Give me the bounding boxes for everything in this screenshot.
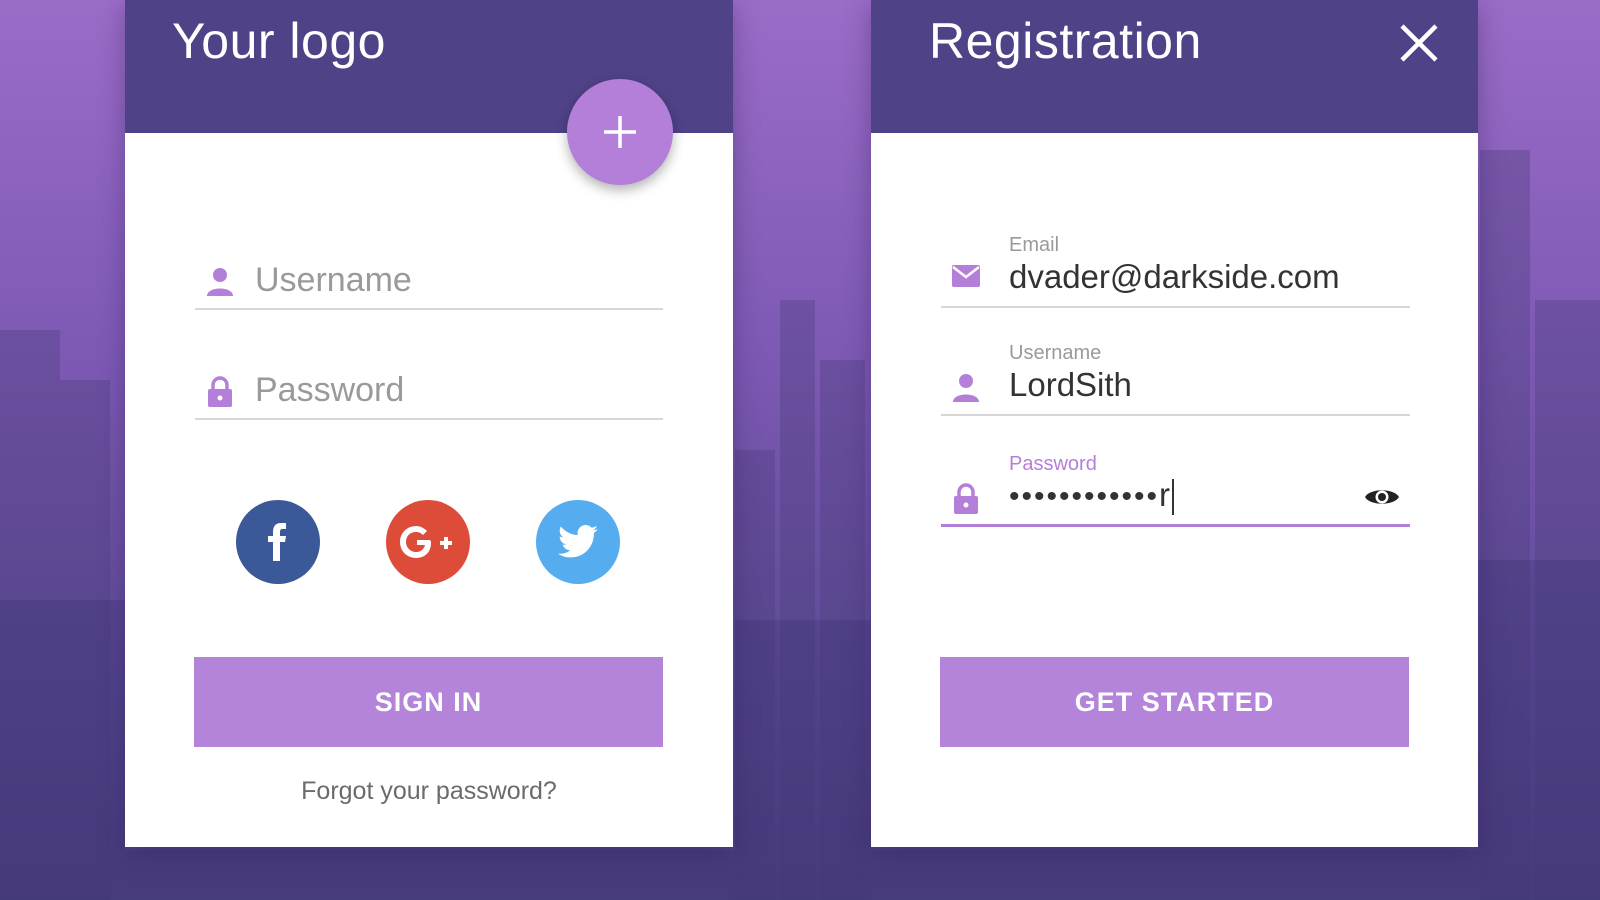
lock-icon [954, 483, 978, 514]
google-plus-icon [400, 526, 452, 558]
facebook-button[interactable] [236, 500, 320, 584]
password-placeholder: Password [255, 371, 405, 409]
close-icon[interactable] [1396, 20, 1442, 66]
add-button[interactable] [567, 79, 673, 185]
google-plus-button[interactable] [386, 500, 470, 584]
sign-in-button[interactable]: SIGN IN [194, 657, 663, 747]
plus-icon [604, 116, 636, 148]
facebook-icon [268, 523, 286, 561]
twitter-button[interactable] [536, 500, 620, 584]
username-label: Username [1009, 342, 1102, 364]
mail-icon [952, 265, 980, 287]
password-value: ••••••••••••r [1009, 475, 1175, 515]
username-input[interactable]: Username [195, 240, 663, 310]
email-field[interactable]: Email dvader@darkside.com [941, 234, 1410, 308]
password-underline [941, 524, 1410, 527]
email-value: dvader@darkside.com [1009, 258, 1340, 295]
get-started-button[interactable]: GET STARTED [940, 657, 1409, 747]
twitter-icon [558, 525, 598, 558]
username-placeholder: Username [255, 261, 412, 299]
login-card: Your logo Username Password SIGN IN Forg… [125, 0, 733, 847]
registration-card: Registration Email dvader@darkside.com U… [871, 0, 1478, 847]
eye-icon[interactable] [1364, 485, 1400, 509]
password-input[interactable]: Password [195, 350, 663, 420]
username-field[interactable]: Username LordSith [941, 342, 1410, 416]
email-underline [941, 306, 1410, 308]
password-field[interactable]: Password ••••••••••••r [941, 453, 1410, 527]
password-underline [195, 418, 663, 420]
password-last-char: r [1159, 475, 1171, 513]
registration-card-header: Registration [871, 0, 1478, 133]
username-value: LordSith [1009, 366, 1132, 403]
username-underline [195, 308, 663, 310]
username-underline [941, 414, 1410, 416]
logo-title: Your logo [172, 13, 386, 69]
person-icon [207, 268, 233, 296]
text-caret [1172, 479, 1175, 515]
password-label: Password [1009, 453, 1097, 475]
registration-title: Registration [929, 13, 1202, 69]
password-mask: •••••••••••• [1009, 479, 1160, 513]
lock-icon [208, 376, 232, 407]
email-label: Email [1009, 234, 1060, 256]
person-icon [953, 374, 979, 402]
forgot-password-link[interactable]: Forgot your password? [125, 777, 733, 806]
